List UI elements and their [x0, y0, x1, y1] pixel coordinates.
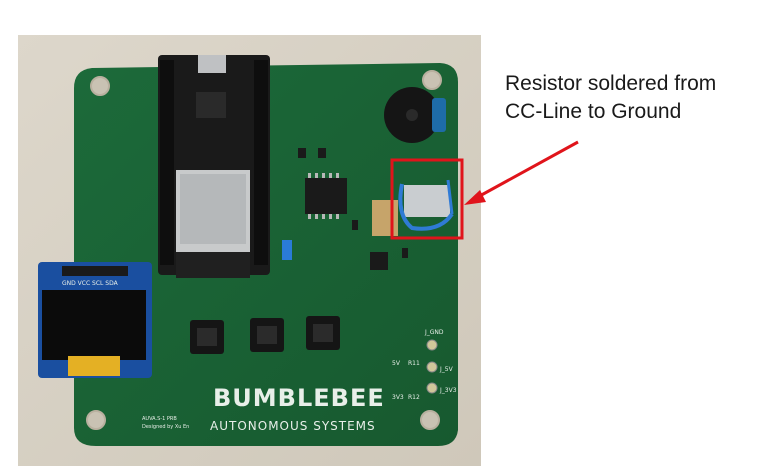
pad-label-3v3: J_3V3 — [439, 387, 457, 394]
credit-line-2: Designed by Xu En — [142, 424, 189, 430]
jst-connectors — [190, 316, 340, 354]
ic-chip — [305, 173, 347, 219]
oled-pin-labels: GND VCC SCL SDA — [62, 280, 119, 287]
oled-display: GND VCC SCL SDA — [38, 262, 152, 378]
esp32-dev-board — [158, 55, 270, 278]
credit-line-1: AUVA.S-1 PRB — [142, 416, 177, 422]
annotation-arrow — [464, 140, 579, 205]
pad-label-gnd: J_GND — [424, 329, 444, 336]
annotation-text: Resistor soldered from CC-Line to Ground — [505, 70, 755, 126]
pad-label-5v: J_5V — [439, 366, 454, 373]
annotation-line-1: Resistor soldered from — [505, 72, 717, 95]
brand-tagline: AUTONOMOUS SYSTEMS — [210, 419, 376, 433]
resistor-label-r12: R12 — [408, 394, 420, 401]
led-label-5v: 5V — [392, 360, 401, 367]
brand-logo: BUMBLEBEE — [213, 384, 385, 412]
resistor-label-r11: R11 — [408, 360, 420, 367]
annotation-line-2: CC-Line to Ground — [505, 100, 682, 123]
led-label-3v3: 3V3 — [392, 394, 404, 401]
